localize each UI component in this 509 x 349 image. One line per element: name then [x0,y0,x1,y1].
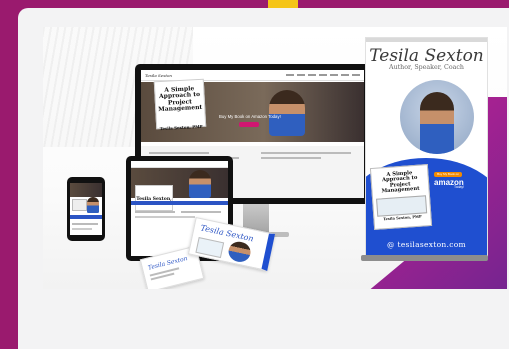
banner-author-name: Tesila Sexton [369,46,484,66]
banner-website-url: @ tesilasexton.com [387,240,466,249]
banner-book-cover: A Simple Approach to Project Management … [369,164,433,230]
phone-mockup [67,177,105,241]
hero-headline: Buy My Book on Amazon Today! [219,114,281,119]
website-hero: A Simple Approach to Project Management … [141,78,364,142]
hero-book-cover: A Simple Approach to Project Management … [153,78,207,131]
tablet-book-cover: Tesila Sexton, PMP [135,185,173,211]
hero-buy-button [239,122,259,127]
banner-tagline: Author, Speaker, Coach [389,64,464,71]
website-nav-links [286,74,360,76]
business-card-photo [226,239,253,264]
branding-mockup-image: Tesila Sexton A Simple Approach to Proje… [43,27,507,289]
author-photo [269,90,305,136]
banner-author-portrait [400,80,474,154]
phone-screen [70,183,102,235]
banner-stand-base [361,255,488,261]
phone-author-photo [87,197,99,213]
amazon-today-text: Today! [454,185,464,189]
buy-badge: Buy My Book on [434,172,462,177]
website-logo: Tesila Sexton [145,72,172,78]
banner-amazon-callout: Buy My Book on amazon Today! [434,172,480,198]
rollup-banner-mockup: Tesila Sexton Author, Speaker, Coach A S… [365,37,488,257]
tablet-author-photo [189,170,211,198]
